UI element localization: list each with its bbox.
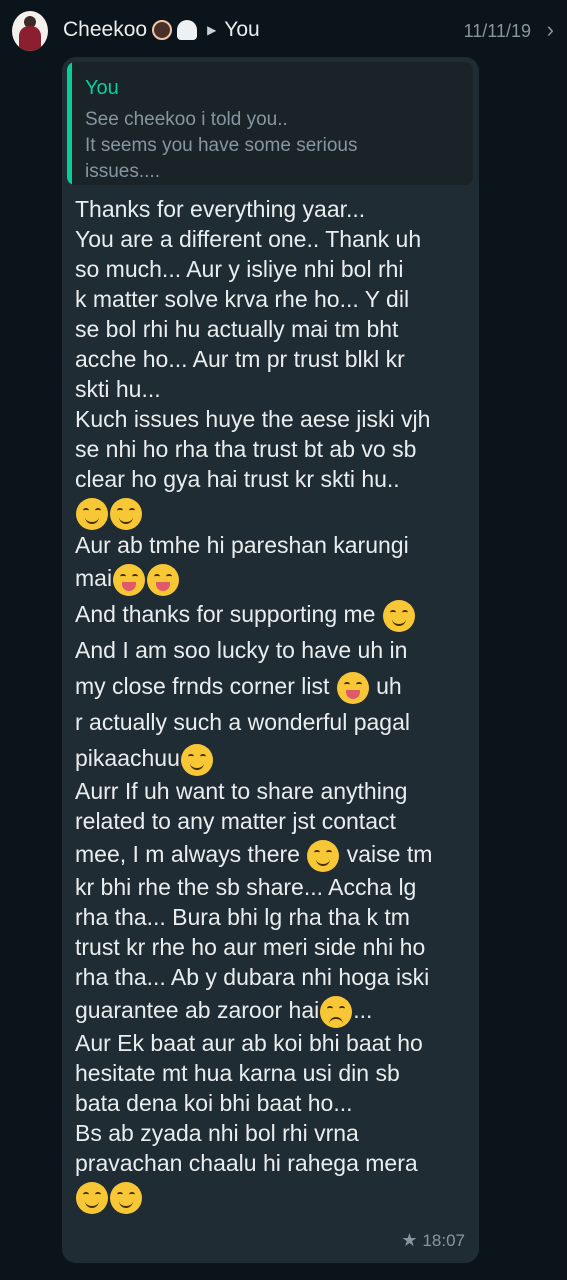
message-line: se bol rhi hu actually mai tm bht bbox=[75, 316, 399, 342]
message-line: Aur Ek baat aur ab koi bhi baat ho bbox=[75, 1030, 423, 1056]
avatar[interactable] bbox=[12, 11, 48, 51]
smiling-blush-emoji-icon bbox=[76, 497, 108, 530]
message-fragment: uh bbox=[376, 673, 402, 699]
message-fragment: vaise tm bbox=[346, 841, 433, 867]
smiling-blush-emoji-icon bbox=[307, 839, 340, 872]
message-fragment: ... bbox=[353, 997, 373, 1023]
message-line: And I am soo lucky to have uh in bbox=[75, 637, 408, 663]
quoted-message[interactable]: You See cheekoo i told you.. It seems yo… bbox=[67, 62, 473, 185]
sender-line: Cheekoo ▶ You bbox=[63, 18, 260, 42]
sender-name: Cheekoo bbox=[63, 18, 148, 41]
star-icon: ★ bbox=[401, 1230, 418, 1250]
zany-face-emoji-icon bbox=[113, 563, 146, 596]
message-fragment: mee, I m always there bbox=[75, 841, 300, 867]
message-line: mee, I m always there vaise tm bbox=[75, 836, 475, 872]
quote-text: See cheekoo i told you.. It seems you ha… bbox=[85, 107, 465, 185]
chevron-right-icon[interactable]: › bbox=[547, 17, 554, 43]
message-text: Thanks for everything yaar... You are a … bbox=[75, 194, 475, 1214]
slight-smile-emoji-icon bbox=[382, 599, 415, 632]
arrow-right-icon: ▶ bbox=[207, 23, 217, 37]
quote-line: See cheekoo i told you.. bbox=[85, 109, 288, 130]
message-time: 18:07 bbox=[422, 1230, 465, 1250]
message-line: kr bhi rhe the sb share... Accha lg bbox=[75, 874, 417, 900]
rolling-laughing-emoji-icon bbox=[76, 1181, 108, 1214]
quote-line: It seems you have some serious bbox=[85, 135, 358, 156]
message-date: 11/11/19 bbox=[463, 21, 531, 41]
message-line: Aur ab tmhe hi pareshan karungi bbox=[75, 532, 409, 558]
message-line: Bs ab zyada nhi bol rhi vrna bbox=[75, 1120, 359, 1146]
rolling-laughing-emoji-icon bbox=[110, 1181, 142, 1214]
zany-face-emoji-icon bbox=[336, 671, 369, 704]
girl-emoji-icon bbox=[152, 20, 173, 40]
message-line: rha tha... Ab y dubara nhi hoga iski bbox=[75, 964, 430, 990]
message-line: skti hu... bbox=[75, 376, 161, 402]
message-line: clear ho gya hai trust kr skti hu.. bbox=[75, 466, 400, 492]
message-line: Kuch issues huye the aese jiski vjh bbox=[75, 406, 431, 432]
message-line: related to any matter jst contact bbox=[75, 808, 396, 834]
quote-accent-bar bbox=[67, 62, 72, 185]
ghost-emoji-icon bbox=[177, 20, 198, 40]
message-line: so much... Aur y isliye nhi bol rhi bbox=[75, 256, 404, 282]
message-line: You are a different one.. Thank uh bbox=[75, 226, 422, 252]
message-line: acche ho... Aur tm pr trust blkl kr bbox=[75, 346, 405, 372]
message-fragment: mai bbox=[75, 565, 113, 591]
message-line: Aurr If uh want to share anything bbox=[75, 778, 408, 804]
relieved-emoji-icon bbox=[110, 497, 142, 530]
message-line: mai bbox=[75, 560, 475, 596]
message-fragment: my close frnds corner list bbox=[75, 673, 330, 699]
disappointed-emoji-icon bbox=[320, 995, 353, 1028]
message-line: bata dena koi bhi baat ho... bbox=[75, 1090, 353, 1116]
avatar-body bbox=[19, 26, 41, 51]
quote-author: You bbox=[85, 77, 119, 99]
message-line: And thanks for supporting me bbox=[75, 596, 475, 632]
message-line: r actually such a wonderful pagal bbox=[75, 709, 410, 735]
zany-face-emoji-icon bbox=[147, 563, 180, 596]
message-line: se nhi ho rha tha trust bt ab vo sb bbox=[75, 436, 417, 462]
message-line: my close frnds corner list uh bbox=[75, 668, 475, 704]
message-line: trust kr rhe ho aur meri side nhi ho bbox=[75, 934, 426, 960]
message-fragment: pikaachuu bbox=[75, 745, 180, 771]
message-line: k matter solve krva rhe ho... Y dil bbox=[75, 286, 410, 312]
message-fragment: And thanks for supporting me bbox=[75, 601, 376, 627]
message-bubble[interactable]: You See cheekoo i told you.. It seems yo… bbox=[62, 57, 479, 1263]
message-emoji-line bbox=[75, 1178, 475, 1214]
message-fragment: guarantee ab zaroor hai bbox=[75, 997, 320, 1023]
message-line: Thanks for everything yaar... bbox=[75, 196, 366, 222]
message-line: pikaachuu bbox=[75, 740, 475, 776]
message-line: hesitate mt hua karna usi din sb bbox=[75, 1060, 400, 1086]
message-header[interactable]: Cheekoo ▶ You 11/11/19 › bbox=[0, 0, 567, 62]
message-line: rha tha... Bura bhi lg rha tha k tm bbox=[75, 904, 410, 930]
message-line: guarantee ab zaroor hai... bbox=[75, 992, 475, 1028]
message-line: pravachan chaalu hi rahega mera bbox=[75, 1150, 418, 1176]
message-emoji-line bbox=[75, 494, 475, 530]
recipient-name: You bbox=[224, 18, 260, 41]
quote-line: issues.... bbox=[85, 161, 160, 182]
message-meta: ★ 18:07 bbox=[401, 1230, 465, 1251]
smiling-blush-emoji-icon bbox=[180, 743, 213, 776]
